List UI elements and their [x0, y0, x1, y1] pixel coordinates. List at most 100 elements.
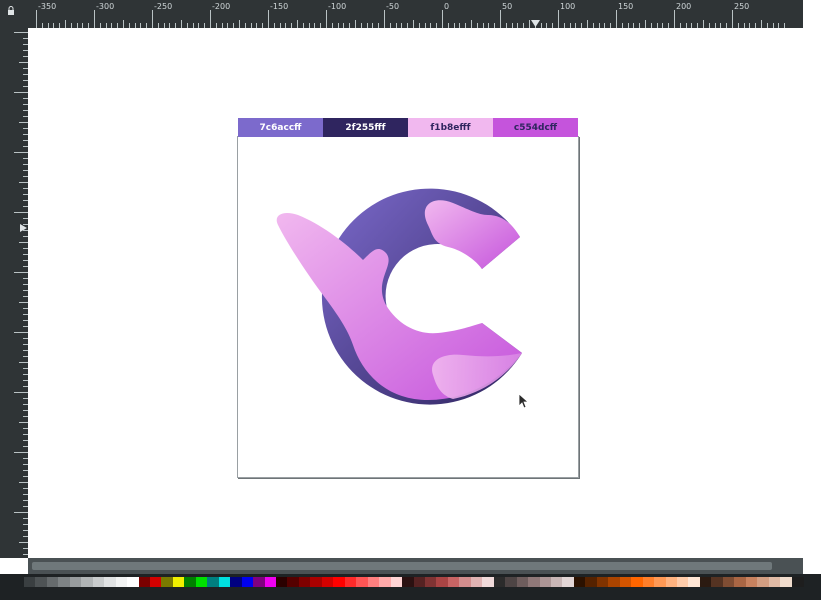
palette-swatch[interactable]	[161, 577, 174, 587]
palette-swatch[interactable]	[298, 577, 311, 587]
ruler-tick	[14, 452, 28, 453]
ruler-major-tick	[500, 10, 501, 28]
ruler-corner[interactable]	[0, 0, 28, 28]
palette-swatch[interactable]	[757, 577, 770, 587]
palette-swatch[interactable]	[402, 577, 415, 587]
ruler-label: -300	[96, 2, 115, 11]
palette-swatch[interactable]	[631, 577, 644, 587]
ruler-label: -50	[386, 2, 400, 11]
palette-swatch[interactable]	[528, 577, 541, 587]
palette-swatch[interactable]	[138, 577, 151, 587]
palette-swatch[interactable]	[596, 577, 609, 587]
palette-swatch[interactable]	[367, 577, 380, 587]
palette-swatch[interactable]	[115, 577, 128, 587]
palette-swatch[interactable]	[150, 577, 162, 587]
palette-swatch[interactable]	[493, 577, 506, 587]
horizontal-scrollbar[interactable]	[28, 558, 803, 574]
ruler-tick	[19, 122, 28, 123]
palette-swatch[interactable]	[195, 577, 208, 587]
palette-swatch[interactable]	[722, 577, 735, 587]
palette-swatch[interactable]	[253, 577, 266, 587]
palette-swatch[interactable]	[424, 577, 437, 587]
palette-swatch[interactable]	[505, 577, 518, 587]
palette-swatch[interactable]	[734, 577, 747, 587]
palette-swatch[interactable]	[104, 577, 117, 587]
palette-swatch[interactable]	[230, 577, 243, 587]
palette-swatch[interactable]	[184, 577, 197, 587]
swatch-2[interactable]: 2f255fff	[323, 118, 408, 137]
palette-swatch[interactable]	[619, 577, 632, 587]
palette-swatch[interactable]	[482, 577, 495, 587]
palette-swatch[interactable]	[276, 577, 289, 587]
ruler-minor-tick	[761, 20, 762, 28]
ruler-tick	[19, 62, 28, 63]
palette-swatch[interactable]	[218, 577, 231, 587]
palette-swatch[interactable]	[390, 577, 403, 587]
palette-swatch[interactable]	[413, 577, 426, 587]
horizontal-ruler[interactable]: -350 -300 -250 -200 -150 -100 -50 0 50 100 150 200 2…	[28, 0, 803, 28]
palette-swatch[interactable]	[35, 577, 48, 587]
palette-swatch[interactable]	[333, 577, 346, 587]
palette-swatch[interactable]	[459, 577, 472, 587]
ruler-tick	[14, 332, 28, 333]
palette-swatch[interactable]	[768, 577, 781, 587]
palette-swatch[interactable]	[264, 577, 277, 587]
palette-swatch[interactable]	[562, 577, 575, 587]
scrollbar-thumb[interactable]	[32, 562, 772, 570]
palette-swatch[interactable]	[699, 577, 712, 587]
ruler-tick	[14, 92, 28, 93]
ruler-tick	[19, 422, 28, 423]
c-logo-artwork[interactable]	[268, 185, 528, 405]
ruler-tick	[14, 272, 28, 273]
palette-swatch[interactable]	[436, 577, 449, 587]
palette-swatch[interactable]	[344, 577, 357, 587]
palette-swatch[interactable]	[470, 577, 483, 587]
palette-swatch[interactable]	[688, 577, 701, 587]
palette-swatch[interactable]	[516, 577, 529, 587]
palette-swatch[interactable]	[665, 577, 678, 587]
palette-swatch[interactable]	[24, 577, 36, 587]
ruler-minor-tick	[239, 20, 240, 28]
swatch-1[interactable]: 7c6accff	[238, 118, 323, 137]
palette-swatch[interactable]	[550, 577, 563, 587]
color-swatch-bar: 7c6accff 2f255fff f1b8efff c554dcff	[238, 118, 578, 137]
palette-swatch[interactable]	[287, 577, 300, 587]
palette-swatch[interactable]	[539, 577, 552, 587]
ruler-tick	[19, 542, 28, 543]
palette-swatch[interactable]	[321, 577, 334, 587]
swatch-3[interactable]: f1b8efff	[408, 118, 493, 137]
palette-swatch[interactable]	[379, 577, 392, 587]
ruler-major-tick	[558, 10, 559, 28]
ruler-label: 100	[560, 2, 576, 11]
palette-swatch[interactable]	[711, 577, 724, 587]
palette-swatch[interactable]	[585, 577, 598, 587]
palette-swatch[interactable]	[654, 577, 667, 587]
palette-swatch[interactable]	[356, 577, 369, 587]
swatch-4-label: c554dcff	[513, 122, 558, 133]
palette-swatch[interactable]	[310, 577, 323, 587]
mouse-pointer-icon	[518, 393, 530, 409]
palette-swatch[interactable]	[745, 577, 758, 587]
palette-swatch[interactable]	[642, 577, 655, 587]
palette-swatch[interactable]	[46, 577, 59, 587]
canvas-edge	[803, 0, 821, 574]
palette-swatch[interactable]	[172, 577, 185, 587]
palette-swatch[interactable]	[127, 577, 140, 587]
palette-swatch[interactable]	[58, 577, 71, 587]
palette-swatch[interactable]	[791, 577, 804, 587]
ruler-label: -150	[270, 2, 289, 11]
palette-swatch[interactable]	[573, 577, 586, 587]
palette-swatch[interactable]	[780, 577, 793, 587]
ruler-minor-tick	[355, 20, 356, 28]
guide-lock-icon	[8, 6, 14, 15]
swatch-4[interactable]: c554dcff	[493, 118, 578, 137]
palette-swatch[interactable]	[447, 577, 460, 587]
palette-swatch[interactable]	[207, 577, 220, 587]
palette-swatch[interactable]	[81, 577, 94, 587]
palette-swatch[interactable]	[241, 577, 254, 587]
palette-swatch[interactable]	[676, 577, 689, 587]
vertical-ruler[interactable]	[0, 28, 28, 558]
palette-swatch[interactable]	[92, 577, 105, 587]
palette-swatch[interactable]	[69, 577, 82, 587]
palette-swatch[interactable]	[608, 577, 621, 587]
